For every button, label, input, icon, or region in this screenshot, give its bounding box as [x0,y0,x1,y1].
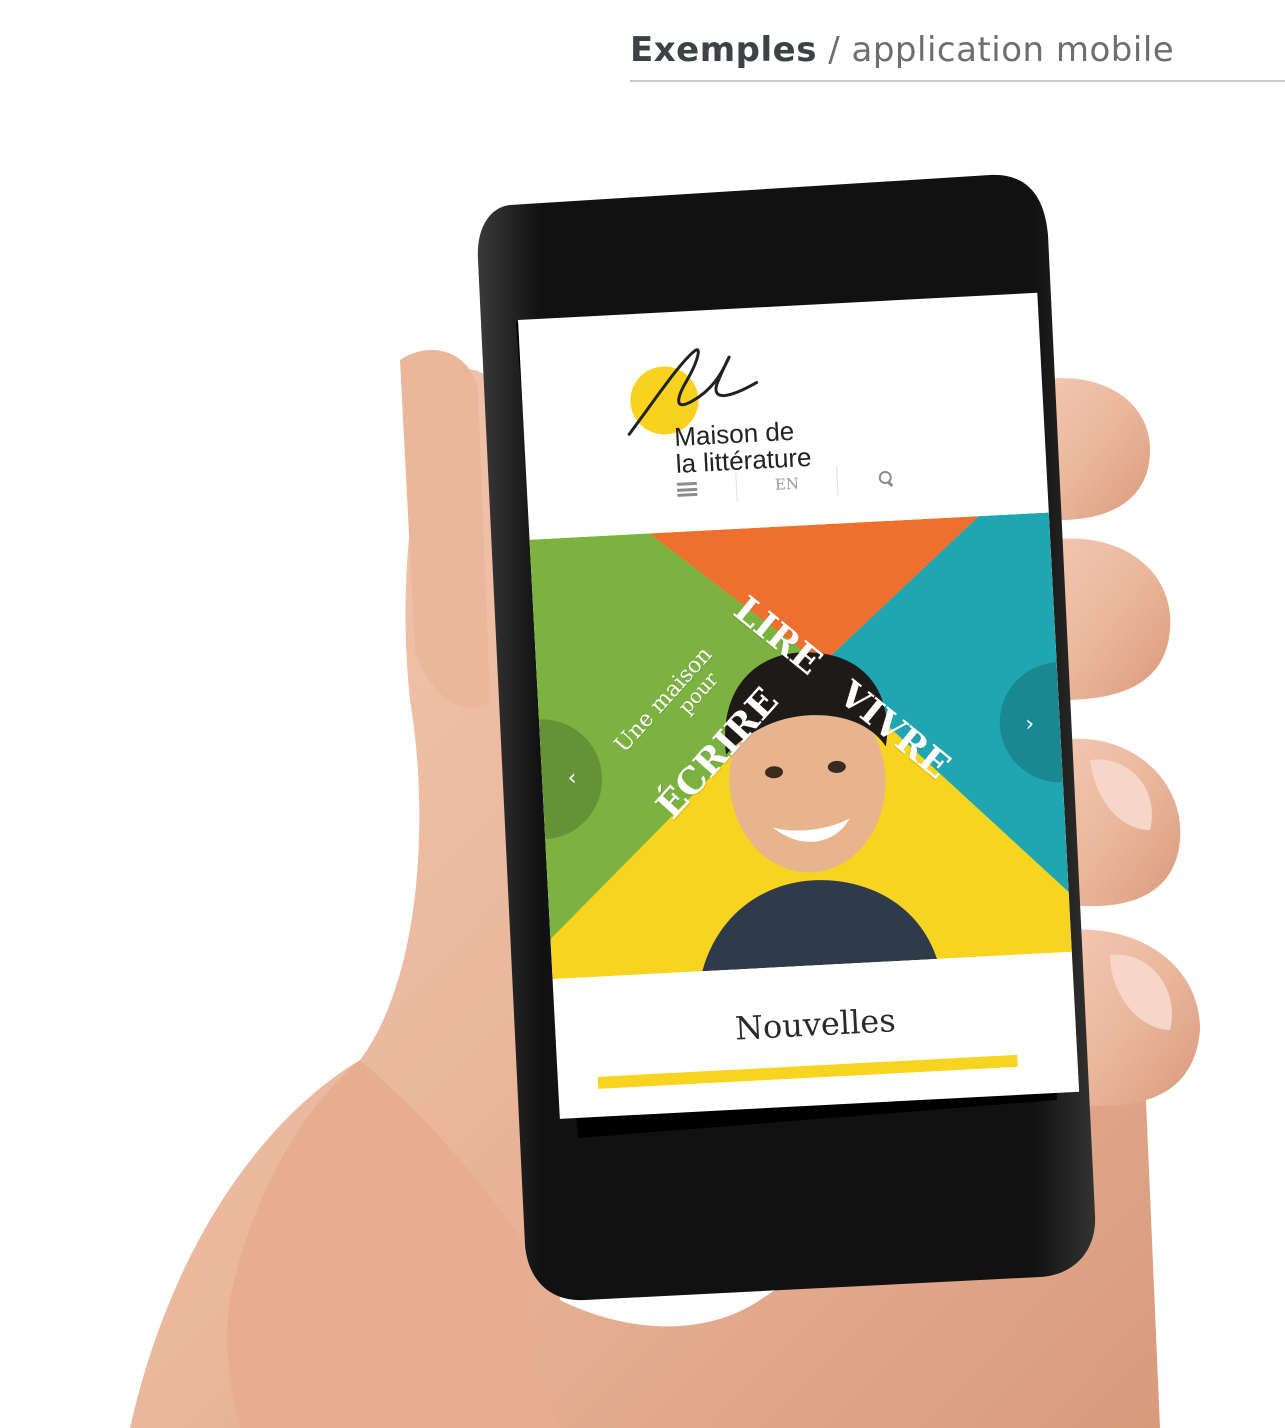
menu-button[interactable] [636,469,737,510]
search-icon [878,470,896,488]
phone-screen: Maison de la littérature EN LIRE VIVRE U… [518,292,1080,1119]
chevron-right-icon: › [1024,711,1035,737]
hero-carousel: LIRE VIVRE Une maison pour ÉCRIRE ‹ › [529,512,1072,980]
hero-background [529,512,1072,980]
language-toggle[interactable]: EN [736,464,837,505]
hamburger-icon [676,481,698,497]
search-button[interactable] [837,458,938,499]
news-underline [597,1054,1018,1089]
chevron-left-icon: ‹ [566,765,578,791]
news-heading: Nouvelles [734,1001,897,1048]
